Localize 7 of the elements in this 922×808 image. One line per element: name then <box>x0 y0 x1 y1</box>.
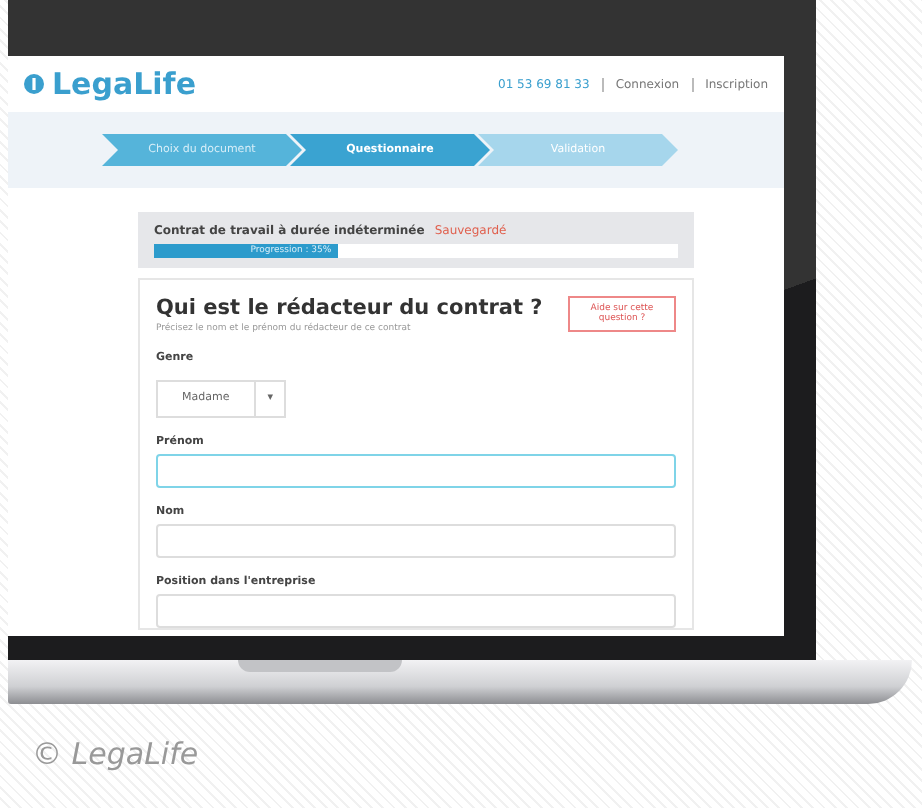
copyright-caption: © LegaLife <box>30 734 199 772</box>
logo-icon <box>24 74 44 94</box>
input-field[interactable] <box>156 523 676 557</box>
logo-text[interactable]: LegaLife <box>52 66 196 102</box>
input-field[interactable] <box>156 593 676 627</box>
input-field[interactable] <box>156 453 676 487</box>
question-title: Qui est le rédacteur du contrat ? <box>156 296 543 320</box>
